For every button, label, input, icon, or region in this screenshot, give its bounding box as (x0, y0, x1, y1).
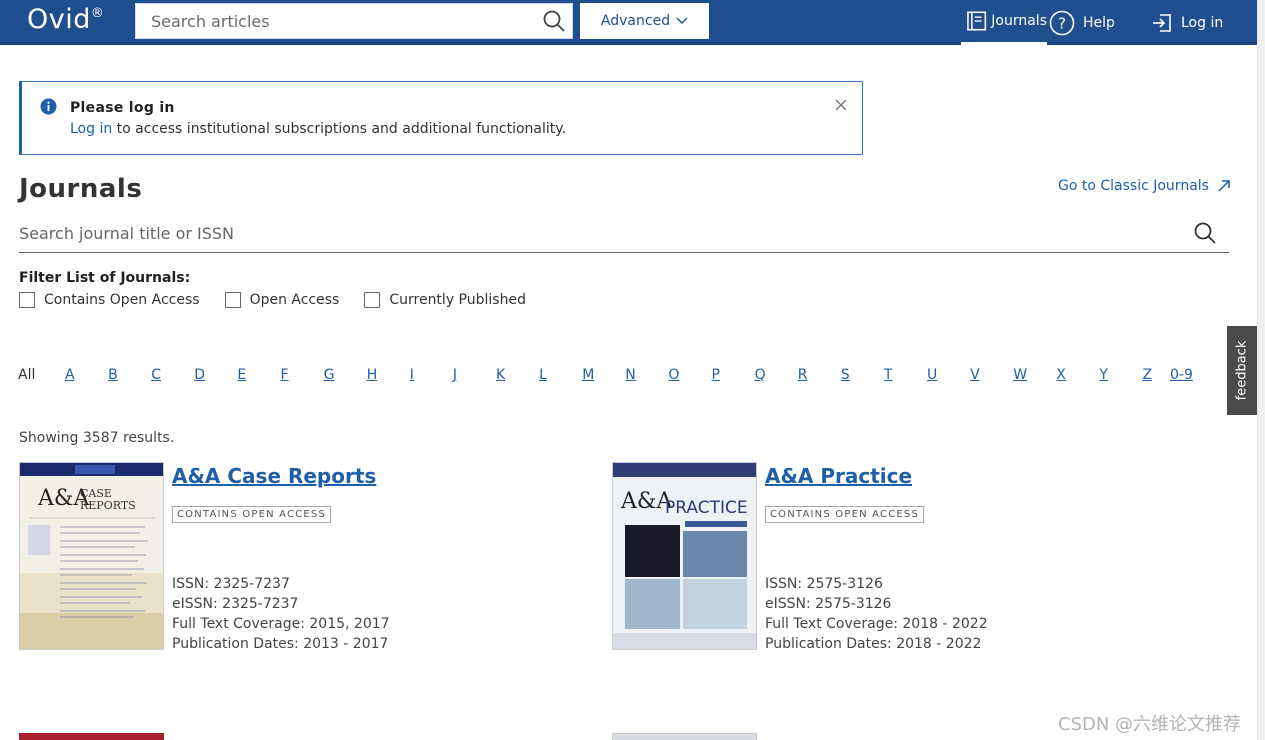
page-title: Journals (19, 174, 143, 204)
journal-issn: ISSN: 2575-3126 (765, 576, 883, 592)
alert-login-link[interactable]: Log in (70, 121, 112, 137)
case-reports-cover: A&A CASE REPORTS (20, 463, 163, 649)
alpha-letter-g[interactable]: G (324, 367, 335, 383)
journal-meta: ISSN: 2575-3126 eISSN: 2575-3126 Full Te… (765, 574, 988, 654)
alpha-letter-k[interactable]: K (496, 367, 505, 383)
practice-cover: A&A PRACTICE (613, 463, 756, 649)
alpha-letter-t[interactable]: T (884, 367, 893, 383)
nav-login-label: Log in (1181, 14, 1224, 31)
watermark: CSDN @六维论文推荐 (1058, 714, 1242, 735)
alpha-letter-e[interactable]: E (237, 367, 246, 383)
alpha-letter-b[interactable]: B (108, 367, 118, 383)
journal-coverage: Full Text Coverage: 2018 - 2022 (765, 616, 988, 632)
article-search-box (135, 3, 573, 39)
article-search-input[interactable] (136, 4, 531, 38)
journal-cover-image[interactable]: A&A PRACTICE (612, 462, 757, 650)
alpha-letter-q[interactable]: Q (755, 367, 766, 383)
next-journal-cover[interactable] (19, 733, 164, 740)
alert-message-text: to access institutional subscriptions an… (112, 121, 567, 137)
svg-text:REPORTS: REPORTS (80, 499, 136, 512)
alpha-letter-y[interactable]: Y (1099, 367, 1108, 383)
nav-help-label: Help (1083, 14, 1115, 31)
feedback-label: feedback (1234, 340, 1250, 401)
alpha-letter-r[interactable]: R (798, 367, 808, 383)
search-icon[interactable] (542, 9, 566, 33)
alpha-letter-s[interactable]: S (841, 367, 850, 383)
results-count: Showing 3587 results. (19, 430, 175, 446)
journal-title-link[interactable]: A&A Case Reports (172, 464, 376, 488)
svg-text:PRACTICE: PRACTICE (665, 498, 748, 518)
classic-journals-link[interactable]: Go to Classic Journals (1058, 178, 1231, 194)
external-arrow-icon (1218, 180, 1230, 192)
next-journal-cover[interactable] (612, 733, 757, 740)
login-icon (1153, 13, 1171, 32)
advanced-search-button[interactable]: Advanced (580, 3, 709, 39)
checkbox[interactable] (19, 292, 35, 308)
alpha-letter-i[interactable]: I (410, 367, 414, 383)
ovid-logo[interactable]: Ovid® (27, 4, 104, 35)
journal-coverage: Full Text Coverage: 2015, 2017 (172, 616, 390, 632)
journal-eissn: eISSN: 2325-7237 (172, 596, 299, 612)
close-icon[interactable] (834, 98, 848, 112)
journal-meta: ISSN: 2325-7237 eISSN: 2325-7237 Full Te… (172, 574, 390, 654)
alpha-letter-p[interactable]: P (712, 367, 720, 383)
alpha-letter-n[interactable]: N (625, 367, 635, 383)
alpha-letter-l[interactable]: L (539, 367, 547, 383)
journal-eissn: eISSN: 2575-3126 (765, 596, 892, 612)
chevron-down-icon (676, 17, 688, 24)
alpha-letter-m[interactable]: M (582, 367, 594, 383)
alpha-letter-u[interactable]: U (927, 367, 937, 383)
filter-contains-open-access[interactable]: Contains Open Access (19, 292, 200, 308)
info-icon (40, 98, 57, 115)
journal-search-box (19, 214, 1229, 253)
nav-journals[interactable]: Journals (961, 0, 1047, 45)
alpha-letter-o[interactable]: O (668, 367, 679, 383)
advanced-label: Advanced (600, 13, 671, 29)
feedback-tab[interactable]: feedback (1227, 326, 1257, 415)
journal-cover-image[interactable]: A&A CASE REPORTS (19, 462, 164, 650)
nav-login[interactable]: Log in (1151, 0, 1223, 45)
alpha-letter-h[interactable]: H (367, 367, 378, 383)
alpha-letter-z[interactable]: Z (1143, 367, 1153, 383)
filter-label-text: Currently Published (389, 292, 526, 308)
top-navigation-bar: Ovid® Advanced Journals ? Help Log in (0, 0, 1257, 45)
alpha-letter-v[interactable]: V (970, 367, 980, 383)
alpha-letter-a[interactable]: A (65, 367, 75, 383)
journal-issn: ISSN: 2325-7237 (172, 576, 290, 592)
checkbox[interactable] (364, 292, 381, 308)
journal-publication-dates: Publication Dates: 2018 - 2022 (765, 636, 982, 652)
alert-title: Please log in (70, 100, 175, 116)
alpha-letter-d[interactable]: D (194, 367, 205, 383)
search-icon[interactable] (1193, 221, 1217, 245)
journal-title-link[interactable]: A&A Practice (765, 464, 912, 488)
journal-publication-dates: Publication Dates: 2013 - 2017 (172, 636, 389, 652)
filter-label-text: Open Access (249, 292, 340, 308)
svg-text:?: ? (1058, 14, 1066, 32)
journal-book-icon (967, 11, 987, 31)
filter-label-text: Contains Open Access (44, 292, 200, 308)
page-scrollbar[interactable] (1257, 0, 1265, 740)
alpha-letter-x[interactable]: X (1056, 367, 1066, 383)
alpha-letter-f[interactable]: F (281, 367, 289, 383)
login-alert: Please log in Log in to access instituti… (19, 81, 863, 155)
filter-options: Contains Open Access Open Access Current… (19, 292, 526, 308)
alpha-letter-w[interactable]: W (1013, 367, 1027, 383)
filter-currently-published[interactable]: Currently Published (364, 292, 526, 308)
classic-journals-label: Go to Classic Journals (1058, 178, 1209, 194)
alpha-all[interactable]: All (18, 367, 35, 383)
help-icon: ? (1049, 10, 1075, 35)
nav-journals-label: Journals (991, 13, 1047, 29)
journal-search-input[interactable] (19, 214, 1169, 252)
open-access-badge: CONTAINS OPEN ACCESS (765, 506, 924, 523)
checkbox[interactable] (224, 292, 241, 308)
open-access-badge: CONTAINS OPEN ACCESS (172, 506, 331, 523)
alert-message: Log in to access institutional subscript… (70, 121, 566, 137)
filter-label: Filter List of Journals: (19, 270, 191, 286)
filter-open-access[interactable]: Open Access (224, 292, 340, 308)
alpha-letter-0-9[interactable]: 0-9 (1170, 367, 1193, 383)
alpha-letter-c[interactable]: C (151, 367, 161, 383)
nav-help[interactable]: ? Help (1049, 0, 1115, 45)
alpha-letter-j[interactable]: J (453, 367, 457, 383)
